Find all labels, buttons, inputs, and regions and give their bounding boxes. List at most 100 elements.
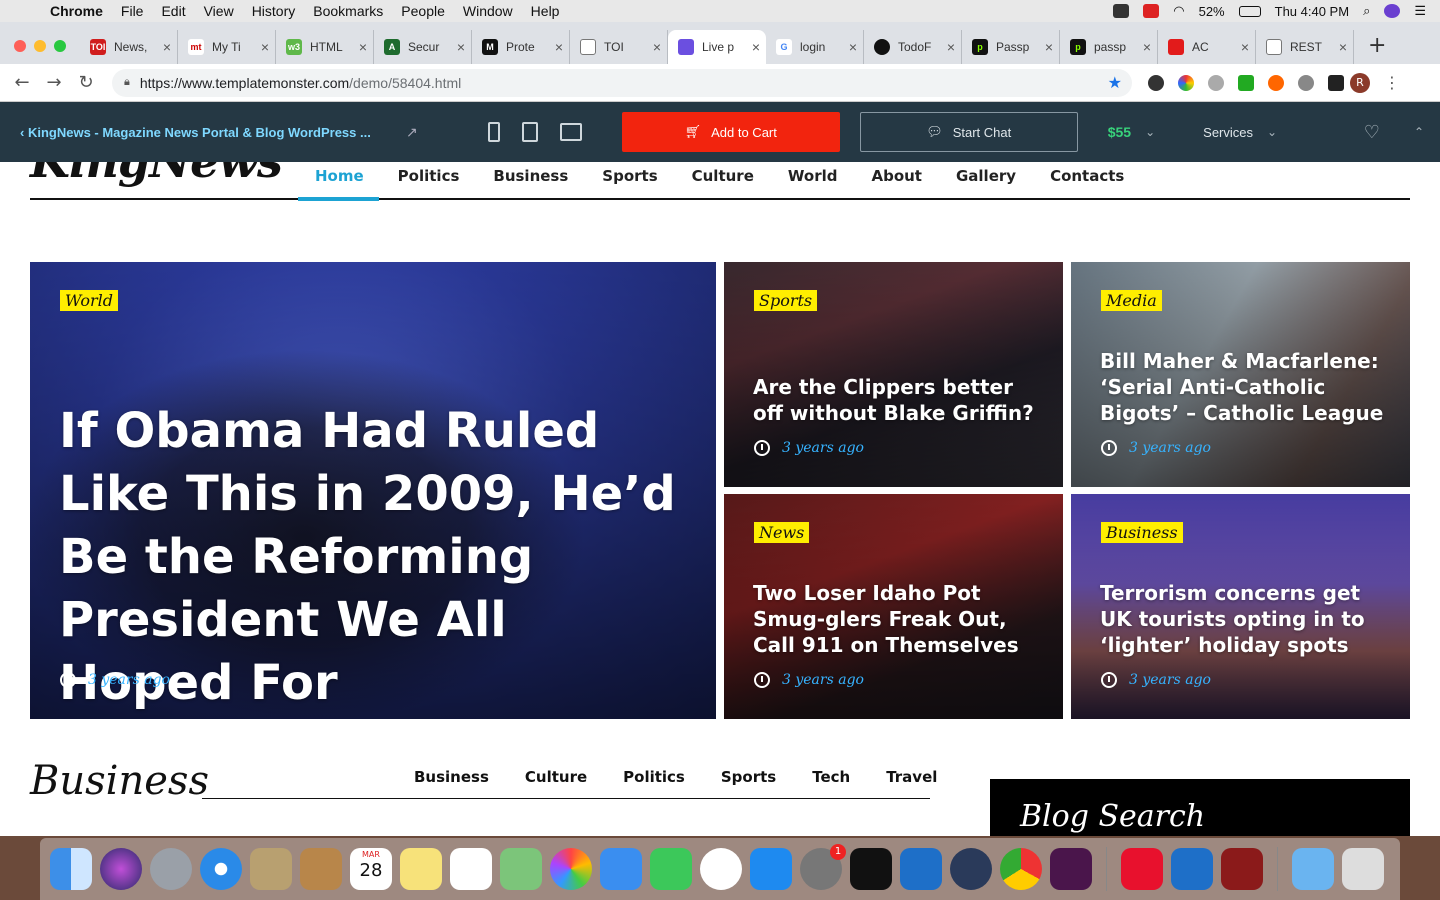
- browser-tab[interactable]: TOI ×: [570, 30, 668, 64]
- finder-icon[interactable]: [50, 848, 92, 890]
- site-logo[interactable]: KingNews: [30, 162, 283, 188]
- category-badge[interactable]: Sports: [754, 290, 818, 311]
- tab-close-icon[interactable]: ×: [1339, 39, 1347, 55]
- menu-window[interactable]: Window: [463, 3, 513, 19]
- wifi-icon[interactable]: ◠: [1173, 3, 1184, 19]
- start-chat-button[interactable]: 💬︎ Start Chat: [859, 112, 1078, 152]
- anydesk-icon[interactable]: [1121, 848, 1163, 890]
- forward-arrow-icon[interactable]: →: [38, 72, 70, 93]
- article-title[interactable]: Bill Maher & Macfarlene: ‘Serial Anti-Ca…: [1100, 348, 1386, 426]
- nav-about[interactable]: About: [854, 167, 939, 185]
- featured-article[interactable]: Business Terrorism concerns get UK touri…: [1071, 494, 1410, 719]
- safari-icon[interactable]: [200, 848, 242, 890]
- tab-close-icon[interactable]: ×: [457, 39, 465, 55]
- facetime-icon[interactable]: [650, 848, 692, 890]
- spotlight-search-icon[interactable]: ⌕: [1363, 3, 1370, 19]
- menu-app-name[interactable]: Chrome: [50, 3, 103, 19]
- battery-icon[interactable]: [1238, 5, 1261, 17]
- desktop-view-icon[interactable]: [559, 123, 582, 141]
- category-badge[interactable]: News: [754, 522, 810, 543]
- tab-close-icon[interactable]: ×: [947, 39, 955, 55]
- chevron-down-icon[interactable]: ⌄: [1267, 125, 1277, 139]
- browser-tab[interactable]: w3 HTML ×: [276, 30, 374, 64]
- status-app-icon[interactable]: [1113, 4, 1130, 18]
- system-preferences-icon[interactable]: 1: [800, 844, 846, 890]
- contacts-icon[interactable]: [300, 848, 342, 890]
- tablet-view-icon[interactable]: [521, 122, 538, 142]
- featured-article[interactable]: Media Bill Maher & Macfarlene: ‘Serial A…: [1071, 262, 1410, 487]
- chevron-up-icon[interactable]: ⌃: [1414, 125, 1424, 139]
- nav-world[interactable]: World: [771, 167, 855, 185]
- article-title[interactable]: Two Loser Idaho Pot Smug-glers Freak Out…: [753, 580, 1039, 658]
- nav-culture[interactable]: Culture: [675, 167, 771, 185]
- tab-close-icon[interactable]: ×: [1143, 39, 1151, 55]
- back-arrow-icon[interactable]: ←: [6, 72, 38, 93]
- tab-close-icon[interactable]: ×: [1241, 39, 1249, 55]
- bookmark-star-icon[interactable]: ★: [1108, 73, 1122, 93]
- app-store-icon[interactable]: [750, 848, 792, 890]
- article-title[interactable]: Are the Clippers better off without Blak…: [753, 374, 1039, 426]
- tab-close-icon[interactable]: ×: [752, 39, 760, 55]
- featured-article[interactable]: Sports Are the Clippers better off witho…: [724, 262, 1063, 487]
- category-badge[interactable]: World: [60, 290, 118, 311]
- color-picker-extension-icon[interactable]: [1178, 74, 1194, 91]
- section-tab-travel[interactable]: Travel: [868, 768, 955, 786]
- new-tab-button[interactable]: +: [1368, 33, 1386, 58]
- menubar-clock[interactable]: Thu 4:40 PM: [1275, 4, 1349, 19]
- profile-avatar[interactable]: R: [1350, 72, 1370, 93]
- nav-politics[interactable]: Politics: [381, 167, 477, 185]
- menu-view[interactable]: View: [204, 3, 234, 19]
- apple-icon[interactable]: [20, 3, 36, 19]
- siri-icon[interactable]: [100, 848, 142, 890]
- terminal-icon[interactable]: [850, 848, 892, 890]
- menu-people[interactable]: People: [401, 3, 445, 19]
- vscode-icon[interactable]: [1171, 848, 1213, 890]
- browser-tab[interactable]: Glogin ×: [766, 30, 864, 64]
- featured-article-main[interactable]: World If Obama Had Ruled Like This in 20…: [30, 262, 716, 719]
- launchpad-icon[interactable]: [150, 848, 192, 890]
- gear-extension-icon[interactable]: [1298, 74, 1314, 91]
- slack-icon[interactable]: [1050, 848, 1092, 890]
- nav-contacts[interactable]: Contacts: [1033, 167, 1141, 185]
- menu-file[interactable]: File: [121, 3, 144, 19]
- tab-close-icon[interactable]: ×: [1045, 39, 1053, 55]
- extension-icon[interactable]: [1238, 74, 1254, 91]
- menu-help[interactable]: Help: [531, 3, 560, 19]
- tab-close-icon[interactable]: ×: [653, 39, 661, 55]
- template-title-link[interactable]: ‹ KingNews - Magazine News Portal & Blog…: [20, 125, 380, 140]
- featured-article[interactable]: News Two Loser Idaho Pot Smug-glers Frea…: [724, 494, 1063, 719]
- nav-gallery[interactable]: Gallery: [939, 167, 1033, 185]
- category-badge[interactable]: Media: [1101, 290, 1162, 311]
- address-bar[interactable]: 🔒︎ https://www.templatemonster.com/demo/…: [112, 68, 1132, 97]
- heart-icon[interactable]: ♡: [1364, 122, 1380, 143]
- vscode-icon[interactable]: [900, 848, 942, 890]
- add-to-cart-button[interactable]: 🛒︎ Add to Cart: [621, 112, 840, 152]
- lock-icon[interactable]: 🔒︎: [124, 76, 130, 89]
- maps-icon[interactable]: [500, 848, 542, 890]
- cloud-extension-icon[interactable]: [1208, 74, 1224, 91]
- downloads-folder-icon[interactable]: [1292, 848, 1334, 890]
- browser-tab[interactable]: AC ×: [1158, 30, 1256, 64]
- extension-icon[interactable]: [1148, 74, 1164, 91]
- tab-close-icon[interactable]: ×: [261, 39, 269, 55]
- browser-tab[interactable]: M Prote ×: [472, 30, 570, 64]
- services-dropdown[interactable]: Services: [1203, 125, 1253, 140]
- dictionary-icon[interactable]: [1221, 848, 1263, 890]
- trash-icon[interactable]: [1342, 848, 1384, 890]
- chevron-down-icon[interactable]: ⌄: [1145, 125, 1155, 139]
- browser-tab[interactable]: TOI News, ×: [80, 30, 178, 64]
- article-title[interactable]: If Obama Had Ruled Like This in 2009, He…: [59, 400, 692, 715]
- tab-close-icon[interactable]: ×: [359, 39, 367, 55]
- tab-close-icon[interactable]: ×: [555, 39, 563, 55]
- browser-tab[interactable]: TodoF ×: [864, 30, 962, 64]
- chrome-icon[interactable]: [1000, 848, 1042, 890]
- external-link-icon[interactable]: ↗: [406, 124, 418, 141]
- reminders-icon[interactable]: [450, 848, 492, 890]
- reload-icon[interactable]: ↻: [70, 72, 102, 93]
- section-tab-business[interactable]: Business: [396, 768, 507, 786]
- browser-tab[interactable]: mt My Ti ×: [178, 30, 276, 64]
- tab-close-icon[interactable]: ×: [849, 39, 857, 55]
- category-badge[interactable]: Business: [1101, 522, 1183, 543]
- close-window-button[interactable]: [14, 40, 26, 52]
- minimize-window-button[interactable]: [34, 40, 46, 52]
